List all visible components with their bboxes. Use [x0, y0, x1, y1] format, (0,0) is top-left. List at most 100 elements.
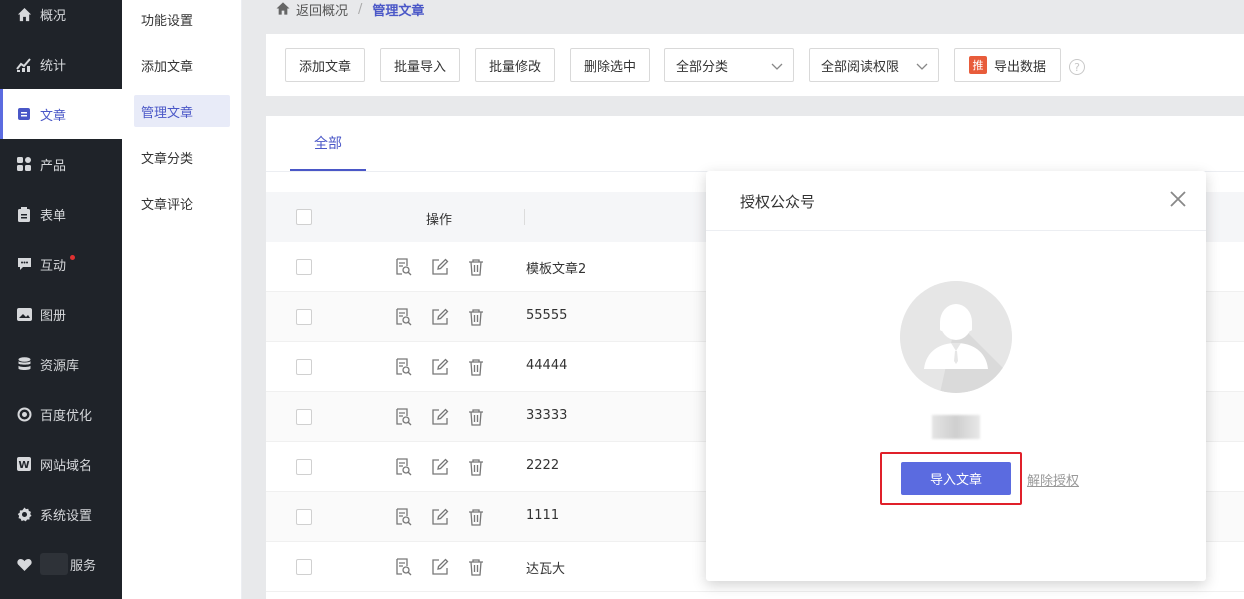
- trash-icon[interactable]: [467, 358, 485, 376]
- submenu-item-manage-articles[interactable]: 管理文章: [134, 95, 230, 127]
- submenu-item-add-article[interactable]: 添加文章: [134, 49, 230, 81]
- sidebar-item-label: 百度优化: [40, 408, 93, 424]
- category-select-value: 全部分类: [676, 59, 729, 75]
- article-title[interactable]: 达瓦大: [526, 558, 565, 577]
- import-articles-button[interactable]: 导入文章: [901, 462, 1011, 495]
- article-title[interactable]: 33333: [526, 408, 567, 423]
- article-title[interactable]: 1111: [526, 508, 559, 523]
- preview-icon[interactable]: [394, 308, 412, 326]
- row-checkbox[interactable]: [296, 309, 312, 325]
- row-checkbox[interactable]: [296, 459, 312, 475]
- edit-icon[interactable]: [431, 258, 449, 276]
- submenu-item-comments[interactable]: 文章评论: [134, 187, 230, 219]
- chat-icon: [16, 256, 32, 272]
- sidebar-item-label: 互动: [40, 258, 67, 274]
- select-all-checkbox[interactable]: [296, 209, 312, 225]
- close-icon[interactable]: [1168, 189, 1188, 209]
- breadcrumb-current: 管理文章: [372, 3, 425, 19]
- row-checkbox[interactable]: [296, 359, 312, 375]
- trash-icon[interactable]: [467, 558, 485, 576]
- sidebar-item-articles[interactable]: 文章: [0, 89, 122, 139]
- sidebar-item-label: 概况: [40, 8, 67, 24]
- sidebar-item-label: 统计: [40, 58, 67, 74]
- permission-select[interactable]: 全部阅读权限: [809, 48, 939, 82]
- row-checkbox[interactable]: [296, 259, 312, 275]
- home-icon[interactable]: [276, 2, 290, 16]
- preview-icon[interactable]: [394, 358, 412, 376]
- article-title[interactable]: 44444: [526, 358, 567, 373]
- breadcrumb-back-link[interactable]: 返回概况: [296, 0, 348, 19]
- preview-icon[interactable]: [394, 258, 412, 276]
- submenu-item-categories[interactable]: 文章分类: [134, 141, 230, 173]
- edit-icon[interactable]: [431, 358, 449, 376]
- sidebar-item-forms[interactable]: 表单: [0, 189, 122, 239]
- sidebar-item-label: 表单: [40, 208, 67, 224]
- notification-dot: [70, 255, 75, 260]
- category-select[interactable]: 全部分类: [664, 48, 794, 82]
- sidebar-item-domain[interactable]: W 网站域名: [0, 439, 122, 489]
- toolbar: 添加文章 批量导入 批量修改 删除选中 全部分类 全部阅读权限 推 导出数据 ?: [266, 34, 1244, 96]
- edit-icon[interactable]: [431, 408, 449, 426]
- sidebar-item-label: 产品: [40, 158, 67, 174]
- sidebar-item-resources[interactable]: 资源库: [0, 339, 122, 389]
- chevron-down-icon: [916, 60, 928, 75]
- export-data-button[interactable]: 推 导出数据: [954, 48, 1061, 82]
- trash-icon[interactable]: [467, 458, 485, 476]
- sidebar-item-interaction[interactable]: 互动: [0, 239, 122, 289]
- submenu-item-settings[interactable]: 功能设置: [134, 3, 230, 35]
- sidebar-item-stats[interactable]: 统计: [0, 39, 122, 89]
- article-title[interactable]: 模板文章2: [526, 258, 586, 277]
- preview-icon[interactable]: [394, 558, 412, 576]
- trash-icon[interactable]: [467, 408, 485, 426]
- operations-header: 操作: [426, 213, 453, 228]
- trash-icon[interactable]: [467, 308, 485, 326]
- article-title[interactable]: 55555: [526, 308, 567, 323]
- export-data-label: 导出数据: [993, 59, 1046, 75]
- edit-icon[interactable]: [431, 308, 449, 326]
- add-article-button[interactable]: 添加文章: [285, 48, 365, 82]
- row-checkbox[interactable]: [296, 509, 312, 525]
- seo-icon: [16, 406, 32, 422]
- permission-select-value: 全部阅读权限: [821, 59, 900, 75]
- sidebar-item-seo[interactable]: 百度优化: [0, 389, 122, 439]
- article-submenu: 功能设置 添加文章 管理文章 文章分类 文章评论: [122, 0, 242, 599]
- gear-icon: [16, 506, 32, 522]
- article-title[interactable]: 2222: [526, 458, 559, 473]
- trash-icon[interactable]: [467, 508, 485, 526]
- tab-all[interactable]: 全部: [290, 116, 366, 171]
- breadcrumb-separator: /: [358, 1, 363, 17]
- sidebar-item-service[interactable]: 服务: [0, 539, 122, 589]
- preview-icon[interactable]: [394, 508, 412, 526]
- batch-import-button[interactable]: 批量导入: [380, 48, 460, 82]
- column-divider: [524, 209, 525, 225]
- export-icon: 推: [968, 56, 987, 74]
- dialog-title: 授权公众号: [740, 193, 816, 211]
- sidebar-item-gallery[interactable]: 图册: [0, 289, 122, 339]
- grid-icon: [16, 156, 32, 172]
- trash-icon[interactable]: [467, 258, 485, 276]
- edit-icon[interactable]: [431, 458, 449, 476]
- chevron-down-icon: [771, 60, 783, 75]
- row-checkbox[interactable]: [296, 559, 312, 575]
- authorize-account-dialog: 授权公众号 导入文章 解除授权: [706, 171, 1206, 581]
- sidebar-item-label: 网站域名: [40, 458, 93, 474]
- edit-icon[interactable]: [431, 508, 449, 526]
- sidebar-item-label: 服务: [70, 558, 97, 574]
- batch-edit-button[interactable]: 批量修改: [475, 48, 555, 82]
- sidebar-item-label: 系统设置: [40, 508, 93, 524]
- breadcrumb: 返回概况 / 管理文章: [276, 0, 425, 19]
- preview-icon[interactable]: [394, 458, 412, 476]
- edit-icon[interactable]: [431, 558, 449, 576]
- help-icon[interactable]: ?: [1069, 59, 1085, 75]
- avatar: [900, 281, 1012, 393]
- domain-icon: W: [16, 456, 32, 472]
- revoke-authorization-link[interactable]: 解除授权: [1027, 470, 1079, 489]
- delete-selected-button[interactable]: 删除选中: [570, 48, 650, 82]
- sidebar-item-products[interactable]: 产品: [0, 139, 122, 189]
- sidebar-item-overview[interactable]: 概况: [0, 0, 122, 39]
- redacted-account-name: [932, 415, 980, 439]
- row-checkbox[interactable]: [296, 409, 312, 425]
- preview-icon[interactable]: [394, 408, 412, 426]
- sidebar-item-settings[interactable]: 系统设置: [0, 489, 122, 539]
- gallery-icon: [16, 306, 32, 322]
